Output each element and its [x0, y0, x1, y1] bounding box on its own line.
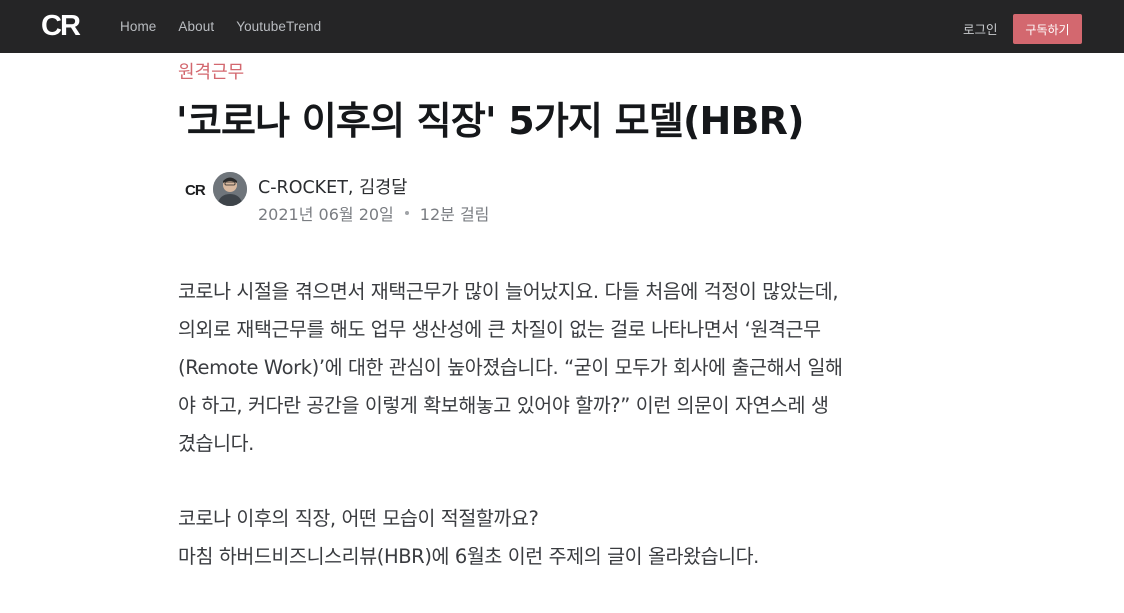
svg-text:CR: CR	[41, 11, 81, 39]
crocket-logo-icon: CR	[180, 173, 214, 207]
text-line: 야 하고, 커다란 공간을 이렇게 확보해놓고 있어야 할까?” 이런 의문이 …	[178, 394, 829, 417]
post-content: 코로나 시절을 겪으면서 재택근무가 많이 늘어났지요. 다들 처음에 걱정이 …	[178, 273, 950, 613]
author-avatar-person[interactable]	[211, 170, 249, 208]
author-link-kim[interactable]: 김경달	[359, 178, 407, 198]
site-header: CR Home About YoutubeTrend 로그인 구독하기	[0, 0, 1124, 53]
post-title: '코로나 이후의 직장' 5가지 모델(HBR)	[176, 99, 805, 143]
post-tag[interactable]: 원격근무	[178, 58, 244, 84]
nav-home[interactable]: Home	[120, 19, 156, 34]
author-names: C-ROCKET, 김경달	[258, 174, 407, 199]
text-line: (Remote Work)’에 대한 관심이 높아졌습니다. “굳이 모두가 회…	[178, 356, 843, 379]
text-line: 의외로 재택근무를 해도 업무 생산성에 큰 차질이 없는 걸로 나타나면서 ‘…	[178, 318, 821, 341]
person-photo-icon	[213, 172, 247, 206]
text-line: 마침 하버드비즈니스리뷰(HBR)에 6월초 이런 주제의 글이 올라왔습니다.	[178, 545, 759, 568]
post-date: 2021년 06월 20일	[258, 205, 394, 224]
paragraph-question: 코로나 이후의 직장, 어떤 모습이 적절할까요? 마침 하버드비즈니스리뷰(H…	[178, 500, 950, 576]
nav-about[interactable]: About	[178, 19, 214, 34]
nav-youtubetrend[interactable]: YoutubeTrend	[236, 19, 321, 34]
main-nav: Home About YoutubeTrend	[120, 0, 343, 53]
meta-dot-separator	[404, 211, 409, 215]
text-line: 코로나 이후의 직장, 어떤 모습이 적절할까요?	[178, 507, 539, 530]
read-time: 12분 걸림	[419, 205, 490, 224]
paragraph-intro: 코로나 시절을 겪으면서 재택근무가 많이 늘어났지요. 다들 처음에 걱정이 …	[178, 273, 950, 463]
login-link[interactable]: 로그인	[963, 19, 998, 38]
text-line: 겼습니다.	[178, 432, 254, 455]
site-logo[interactable]: CR	[41, 11, 95, 39]
subscribe-button[interactable]: 구독하기	[1013, 14, 1082, 44]
author-separator: ,	[347, 178, 360, 198]
post-meta: 2021년 06월 20일 12분 걸림	[258, 201, 489, 225]
text-line: 코로나 시절을 겪으면서 재택근무가 많이 늘어났지요. 다들 처음에 걱정이 …	[178, 280, 839, 303]
author-link-crocket[interactable]: C-ROCKET	[258, 178, 348, 198]
svg-text:CR: CR	[185, 182, 206, 199]
